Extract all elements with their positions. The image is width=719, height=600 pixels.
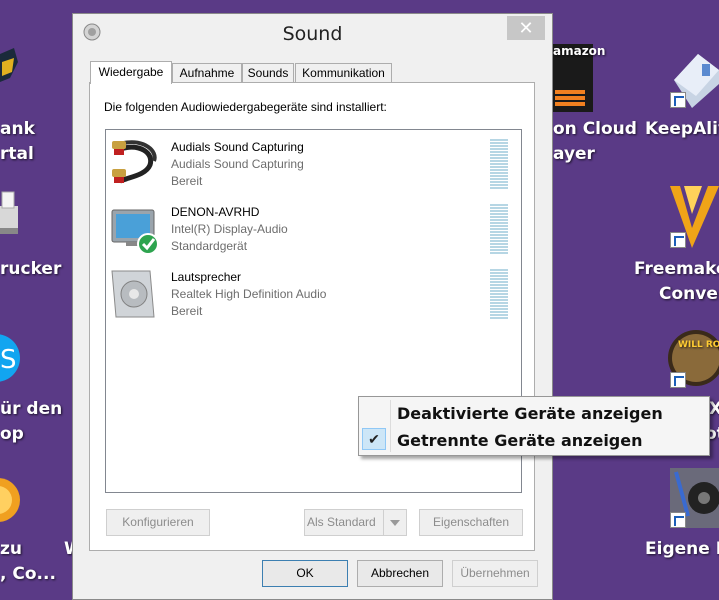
device-name: DENON-AVRHD — [171, 205, 260, 219]
shortcut-arrow-icon — [670, 92, 686, 108]
panel-description: Die folgenden Audiowiedergabegeräte sind… — [104, 100, 387, 114]
game-logo-text: WILL ROCK — [678, 340, 719, 350]
set-default-label: Als Standard — [307, 515, 376, 529]
shortcut-arrow-icon — [670, 512, 686, 528]
context-menu: Deaktivierte Geräte anzeigen ✔ Getrennte… — [358, 396, 710, 456]
ok-button[interactable]: OK — [262, 560, 348, 587]
amazon-logo-text: amazon — [553, 44, 606, 58]
volume-meter — [490, 204, 508, 254]
desktop-label: X — [709, 399, 719, 419]
desktop-label: op — [0, 424, 24, 444]
tab-wiedergabe[interactable]: Wiedergabe — [90, 61, 172, 84]
device-item[interactable]: Lautsprecher Realtek High Definition Aud… — [106, 269, 521, 329]
desktop-label: KeepAliv — [645, 119, 719, 139]
desktop-label: on Cloud — [553, 119, 637, 139]
rca-cable-icon — [110, 139, 160, 189]
desktop-label: ayer — [553, 144, 595, 164]
device-status: Bereit — [171, 304, 203, 318]
desktop-label: rucker — [0, 259, 62, 279]
configure-button[interactable]: Konfigurieren — [106, 509, 210, 536]
check-icon: ✔ — [362, 428, 386, 450]
desktop-label: rtal — [0, 144, 34, 164]
volume-meter — [490, 269, 508, 319]
desktop-label: ür den — [0, 399, 63, 419]
bank-portal-icon[interactable] — [0, 48, 20, 98]
sound-dialog: Sound ✕ Wiedergabe Aufnahme Sounds Kommu… — [72, 13, 553, 600]
tab-aufnahme[interactable]: Aufnahme — [172, 63, 242, 83]
device-item[interactable]: DENON-AVRHD Intel(R) Display-Audio Stand… — [106, 204, 521, 264]
speaker-icon — [110, 269, 160, 319]
monitor-default-icon — [110, 204, 160, 255]
app-icon[interactable] — [0, 466, 22, 530]
desktop-label: Conver — [659, 284, 719, 304]
tab-sounds[interactable]: Sounds — [242, 63, 294, 83]
properties-button[interactable]: Eigenschaften — [419, 509, 523, 536]
skype-icon[interactable]: S — [0, 330, 22, 386]
set-default-button[interactable]: Als Standard — [304, 509, 407, 536]
shortcut-arrow-icon — [670, 372, 686, 388]
svg-text:S: S — [0, 345, 17, 375]
shortcut-arrow-icon — [670, 232, 686, 248]
close-button[interactable]: ✕ — [507, 16, 545, 40]
device-name: Audials Sound Capturing — [171, 140, 304, 154]
chevron-down-icon[interactable] — [383, 510, 406, 535]
menu-item-show-disabled[interactable]: Deaktivierte Geräte anzeigen — [397, 404, 663, 423]
device-status: Standardgerät — [171, 239, 248, 253]
desktop-label: ank — [0, 119, 35, 139]
tab-kommunikation[interactable]: Kommunikation — [295, 63, 392, 83]
printer-icon[interactable] — [0, 188, 20, 244]
device-driver: Realtek High Definition Audio — [171, 287, 327, 301]
menu-item-show-disconnected[interactable]: Getrennte Geräte anzeigen — [397, 431, 643, 450]
device-item[interactable]: Audials Sound Capturing Audials Sound Ca… — [106, 139, 521, 199]
desktop-label: Freemake — [634, 259, 719, 279]
window-title: Sound — [282, 23, 343, 45]
device-driver: Intel(R) Display-Audio — [171, 222, 288, 236]
title-bar[interactable]: Sound ✕ — [73, 14, 552, 54]
device-name: Lautsprecher — [171, 270, 242, 284]
playback-panel: Die folgenden Audiowiedergabegeräte sind… — [89, 82, 535, 551]
desktop-label: zu — [0, 539, 22, 559]
menu-divider — [390, 400, 391, 452]
desktop-label: Eigene M — [645, 539, 719, 559]
apply-button[interactable]: Übernehmen — [452, 560, 538, 587]
cancel-button[interactable]: Abbrechen — [357, 560, 443, 587]
device-status: Bereit — [171, 174, 203, 188]
device-driver: Audials Sound Capturing — [171, 157, 304, 171]
desktop-label: , Co... — [0, 564, 56, 584]
volume-meter — [490, 139, 508, 189]
